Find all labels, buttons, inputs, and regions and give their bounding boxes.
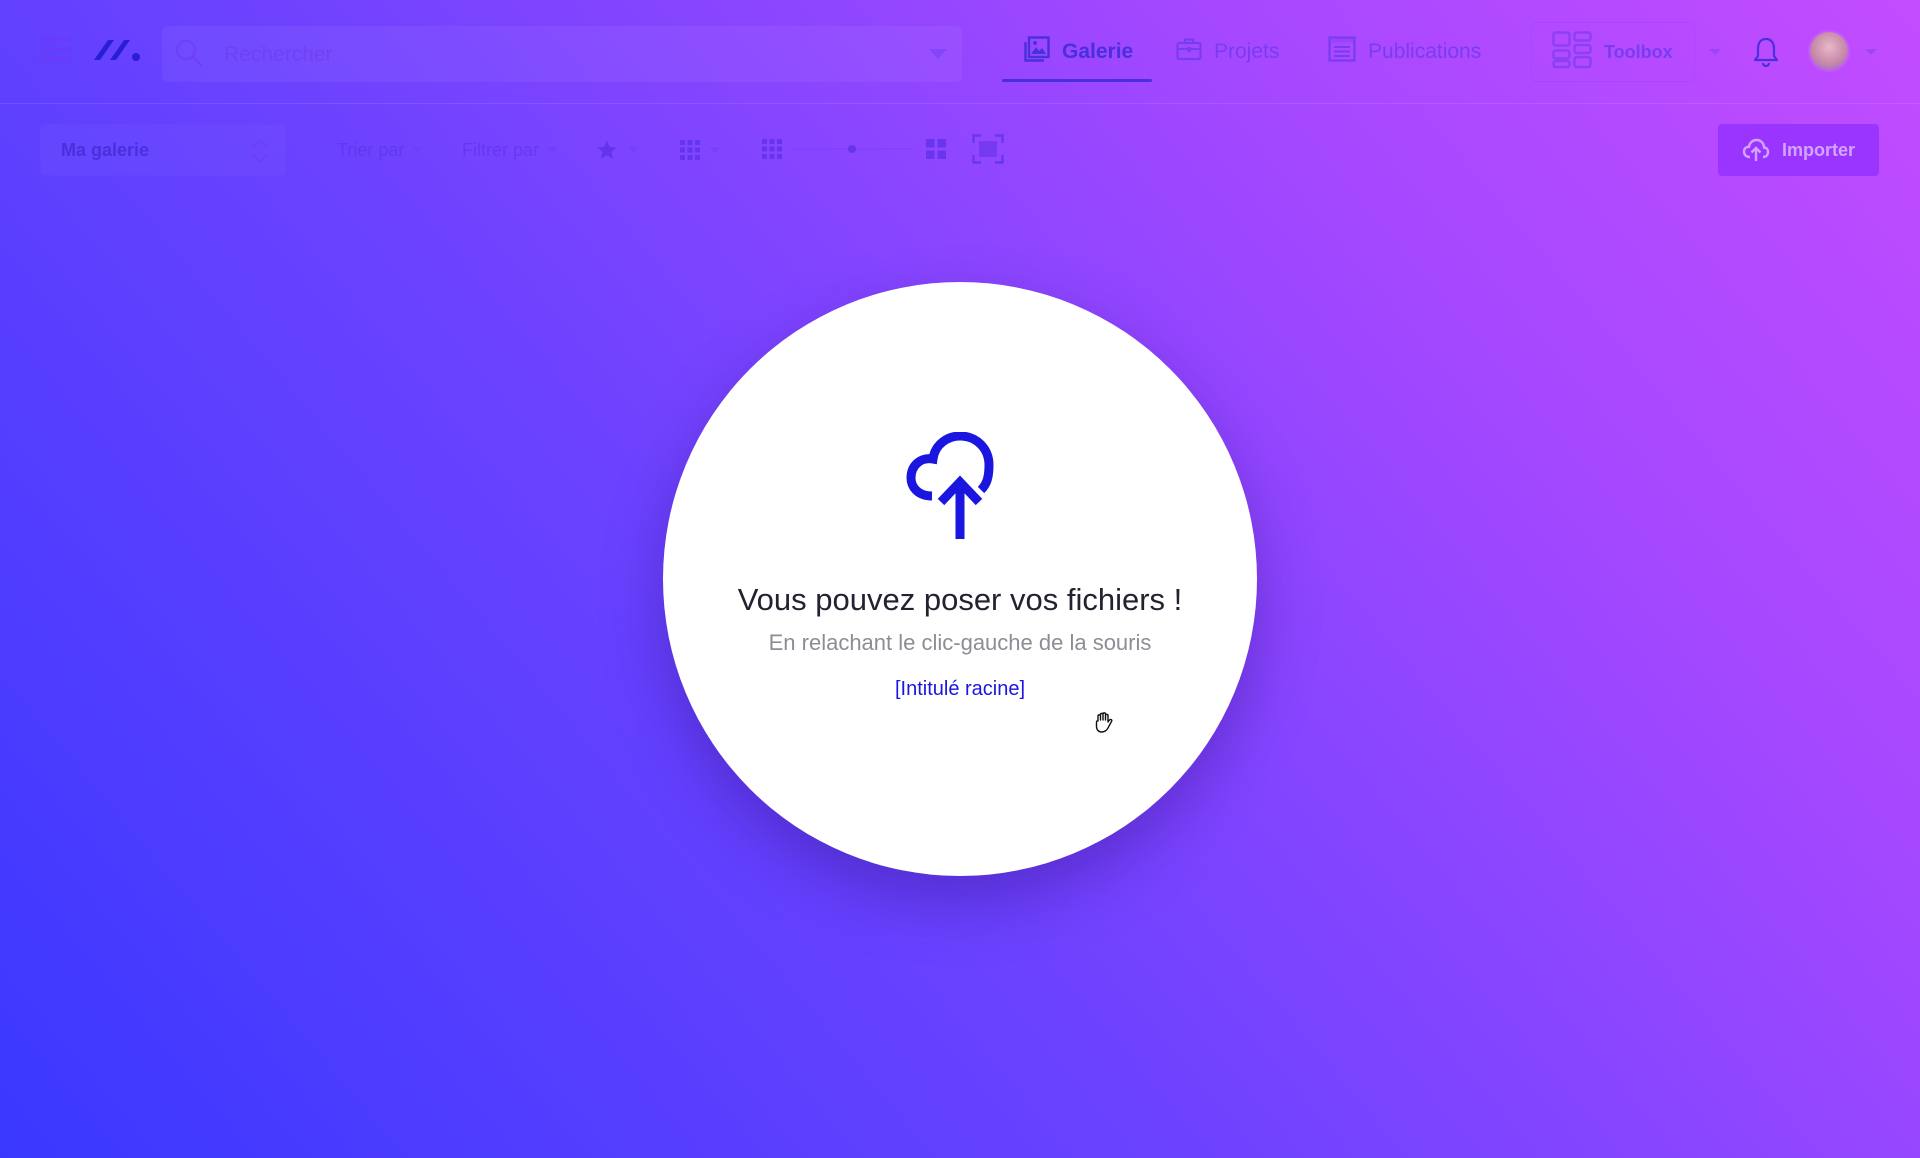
tab-label: Galerie [1062, 40, 1134, 63]
menu-icon[interactable] [38, 34, 74, 64]
logo-icon[interactable] [92, 34, 144, 64]
toolbox-label: Toolbox [1604, 41, 1673, 62]
grid-icon [680, 140, 700, 160]
top-bar: Galerie Projets Publications Toolbox [0, 0, 1920, 104]
chevron-down-icon [412, 147, 423, 153]
gallery-select[interactable]: Ma galerie [40, 124, 286, 176]
cloud-upload-icon [1742, 138, 1770, 161]
zoom-in-grid-icon[interactable] [926, 139, 946, 159]
search-bar [162, 26, 962, 82]
filter-dropdown[interactable]: Filtrer par [462, 136, 559, 164]
app-window: Galerie Projets Publications Toolbox [0, 0, 1920, 1158]
tab-publications[interactable]: Publications [1328, 22, 1481, 82]
import-label: Importer [1781, 139, 1855, 160]
briefcase-icon [1176, 37, 1202, 67]
avatar-chevron-down-icon[interactable] [1862, 44, 1880, 60]
search-icon [174, 38, 204, 68]
updown-chevron-icon [249, 137, 271, 165]
sort-dropdown[interactable]: Trier par [337, 136, 424, 164]
cloud-upload-icon [905, 431, 1015, 544]
sort-label: Trier par [337, 139, 405, 160]
tab-label: Publications [1368, 40, 1482, 63]
tab-galerie[interactable]: Galerie [1002, 22, 1152, 82]
drop-target-folder: [Intitulé racine] [894, 678, 1026, 700]
search-dropdown-chevron-icon[interactable] [926, 44, 950, 64]
zoom-out-grid-icon[interactable] [762, 139, 782, 159]
tab-label: Projets [1214, 40, 1280, 63]
image-icon [1024, 36, 1050, 68]
drop-zone-title: Vous pouvez poser vos fichiers ! [737, 582, 1183, 617]
chevron-down-icon [710, 147, 720, 153]
fullscreen-icon[interactable] [972, 134, 1004, 164]
zoom-slider-handle[interactable] [848, 145, 856, 153]
bell-icon[interactable] [1752, 36, 1780, 68]
chevron-down-icon [547, 147, 558, 153]
toolbox-button[interactable]: Toolbox [1531, 22, 1695, 82]
newspaper-icon [1328, 36, 1356, 68]
favorites-dropdown[interactable] [596, 136, 646, 164]
search-input[interactable] [222, 34, 886, 76]
drop-zone[interactable]: Vous pouvez poser vos fichiers ! En rela… [663, 282, 1257, 876]
grab-hand-cursor-icon [1092, 710, 1118, 738]
filter-label: Filtrer par [462, 139, 540, 160]
tab-projets[interactable]: Projets [1176, 22, 1279, 82]
import-button[interactable]: Importer [1718, 124, 1879, 176]
layout-dropdown[interactable] [680, 136, 730, 164]
chevron-down-icon [628, 147, 638, 153]
gallery-select-value: Ma galerie [61, 139, 150, 160]
drop-zone-subtitle: En relachant le clic-gauche de la souris [768, 630, 1152, 655]
active-tab-indicator [1002, 79, 1152, 82]
star-icon [597, 140, 617, 159]
avatar[interactable] [1810, 32, 1848, 70]
dashboard-icon [1552, 30, 1592, 74]
toolbox-chevron-down-icon[interactable] [1705, 44, 1725, 60]
